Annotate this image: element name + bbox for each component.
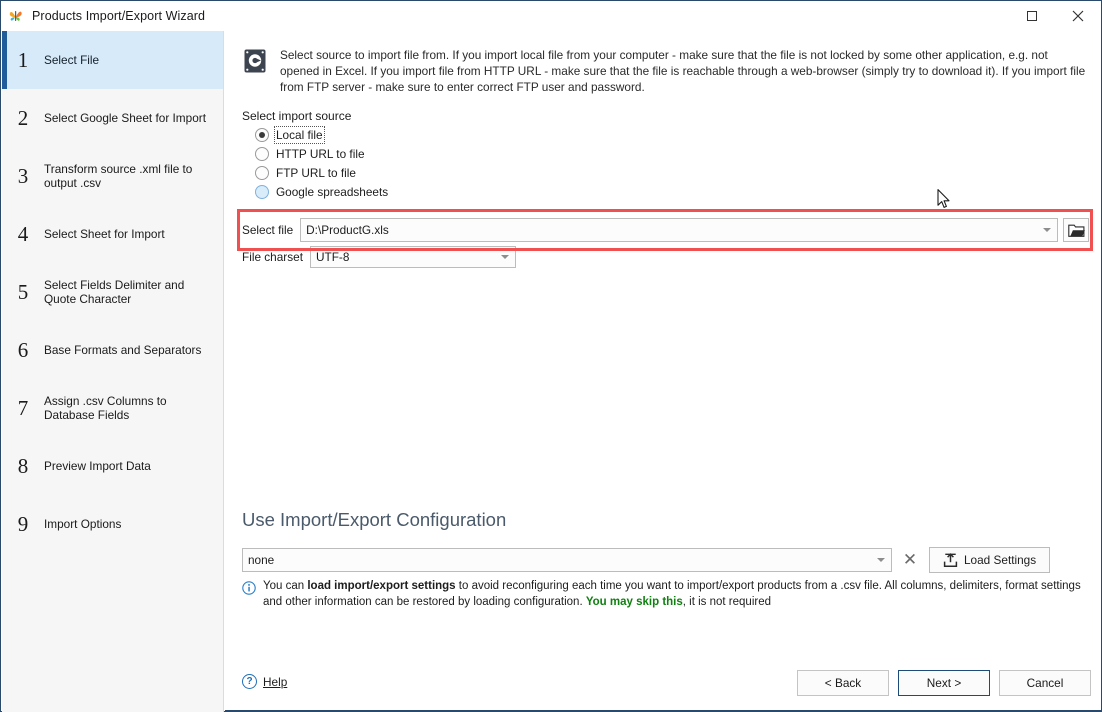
next-label: Next > — [926, 676, 962, 690]
maximize-button[interactable] — [1009, 1, 1055, 31]
wizard-window: Products Import/Export Wizard 1 Select F… — [0, 0, 1102, 712]
radio-http-url-icon[interactable] — [255, 147, 269, 162]
config-controls-row: none ✕ Load Settings — [242, 547, 1051, 573]
sidebar-item-assign-columns[interactable]: 7 Assign .csv Columns to Database Fields — [2, 379, 223, 437]
info-bold-settings: load import/export settings — [307, 580, 456, 592]
step-number: 1 — [17, 47, 29, 72]
radio-option-local-file[interactable]: Local file — [255, 126, 1101, 145]
info-icon — [242, 581, 256, 595]
import-source-radio-group: Local file HTTP URL to file FTP URL to f… — [225, 126, 1101, 202]
load-settings-button[interactable]: Load Settings — [929, 547, 1051, 573]
step-label: Select Fields Delimiter and Quote Charac… — [44, 278, 185, 306]
open-folder-icon — [1067, 224, 1085, 237]
radio-local-file-icon[interactable] — [255, 128, 269, 143]
step-label: Transform source .xml file to output .cs… — [44, 162, 193, 190]
config-select-value: none — [248, 553, 275, 567]
step-number: 5 — [17, 279, 29, 304]
radio-local-file-label: Local file — [274, 126, 325, 145]
clear-config-button[interactable]: ✕ — [897, 547, 923, 573]
step-label: Base Formats and Separators — [44, 343, 202, 357]
config-section-title: Use Import/Export Configuration — [242, 509, 507, 530]
upload-icon — [943, 552, 958, 567]
radio-google-spreadsheets-label: Google spreadsheets — [276, 185, 389, 200]
maximize-icon — [1027, 11, 1037, 21]
select-file-value: D:\ProductG.xls — [306, 223, 389, 237]
chevron-down-icon[interactable] — [1043, 228, 1052, 232]
cancel-button[interactable]: Cancel — [999, 670, 1091, 696]
info-skip-note: You may skip this — [585, 595, 683, 608]
radio-option-google-spreadsheets[interactable]: Google spreadsheets — [255, 183, 1101, 202]
butterfly-icon — [8, 8, 24, 24]
main-pane: Select source to import file from. If yo… — [225, 31, 1101, 712]
wizard-steps-sidebar: 1 Select File 2 Select Google Sheet for … — [2, 31, 224, 712]
sidebar-item-transform-source[interactable]: 3 Transform source .xml file to output .… — [2, 147, 223, 205]
window-title: Products Import/Export Wizard — [32, 9, 206, 23]
close-button[interactable] — [1055, 1, 1101, 31]
file-charset-value: UTF-8 — [315, 250, 350, 264]
info-prefix: You can — [263, 580, 308, 592]
step-label: Select Sheet for Import — [44, 227, 165, 241]
import-source-group-label: Select import source — [242, 108, 352, 123]
select-file-row: Select file D:\ProductG.xls — [242, 218, 1090, 242]
next-button[interactable]: Next > — [898, 670, 990, 696]
description-block: Select source to import file from. If yo… — [225, 31, 1101, 96]
chevron-down-icon[interactable] — [500, 255, 509, 259]
radio-http-url-label: HTTP URL to file — [276, 147, 365, 162]
title-bar: Products Import/Export Wizard — [1, 1, 1101, 31]
sidebar-item-import-options[interactable]: 9 Import Options — [2, 495, 223, 553]
step-number: 2 — [17, 105, 29, 130]
cancel-label: Cancel — [1026, 676, 1064, 690]
config-info-block: You can load import/export settings to a… — [242, 579, 1087, 610]
window-controls — [1009, 1, 1101, 31]
radio-option-ftp-url[interactable]: FTP URL to file — [255, 164, 1101, 183]
help-link[interactable]: ? Help — [242, 674, 287, 689]
step-label: Select File — [44, 53, 100, 67]
close-icon — [1072, 10, 1084, 22]
load-settings-label: Load Settings — [964, 553, 1037, 567]
sidebar-item-preview-import-data[interactable]: 8 Preview Import Data — [2, 437, 223, 495]
file-charset-select[interactable]: UTF-8 — [309, 246, 516, 268]
radio-google-spreadsheets-icon[interactable] — [255, 185, 269, 200]
step-number: 4 — [17, 221, 29, 246]
config-select[interactable]: none — [242, 548, 892, 572]
chevron-down-icon[interactable] — [877, 558, 885, 562]
file-charset-label: File charset — [242, 250, 303, 264]
help-label: Help — [263, 674, 288, 689]
step-number: 3 — [17, 163, 29, 188]
select-file-label: Select file — [242, 223, 294, 237]
back-label: < Back — [824, 676, 862, 690]
step-number: 9 — [17, 511, 29, 536]
sidebar-item-select-sheet[interactable]: 4 Select Sheet for Import — [2, 205, 223, 263]
sidebar-item-base-formats[interactable]: 6 Base Formats and Separators — [2, 321, 223, 379]
config-info-text: You can load import/export settings to a… — [263, 579, 1087, 610]
select-file-input[interactable]: D:\ProductG.xls — [300, 218, 1059, 242]
radio-ftp-url-icon[interactable] — [255, 166, 269, 181]
sidebar-item-select-google-sheet[interactable]: 2 Select Google Sheet for Import — [2, 89, 223, 147]
sidebar-item-fields-delimiter[interactable]: 5 Select Fields Delimiter and Quote Char… — [2, 263, 223, 321]
sidebar-item-select-file[interactable]: 1 Select File — [2, 31, 223, 89]
step-number: 8 — [17, 453, 29, 478]
radio-ftp-url-label: FTP URL to file — [276, 166, 356, 181]
step-label: Preview Import Data — [44, 459, 151, 473]
step-label: Assign .csv Columns to Database Fields — [44, 394, 167, 422]
step-number: 6 — [17, 337, 29, 362]
hard-drive-icon — [242, 48, 268, 74]
description-text: Select source to import file from. If yo… — [280, 48, 1086, 95]
step-number: 7 — [17, 395, 29, 420]
step-label: Import Options — [44, 517, 122, 531]
radio-option-http-url[interactable]: HTTP URL to file — [255, 145, 1101, 164]
back-button[interactable]: < Back — [797, 670, 889, 696]
info-suffix: , it is not required — [682, 595, 771, 608]
browse-file-button[interactable] — [1063, 218, 1090, 242]
dialog-button-row: < Back Next > Cancel — [797, 670, 1091, 696]
file-charset-row: File charset UTF-8 — [242, 246, 516, 268]
question-mark-icon: ? — [242, 674, 257, 689]
step-label: Select Google Sheet for Import — [44, 111, 206, 125]
